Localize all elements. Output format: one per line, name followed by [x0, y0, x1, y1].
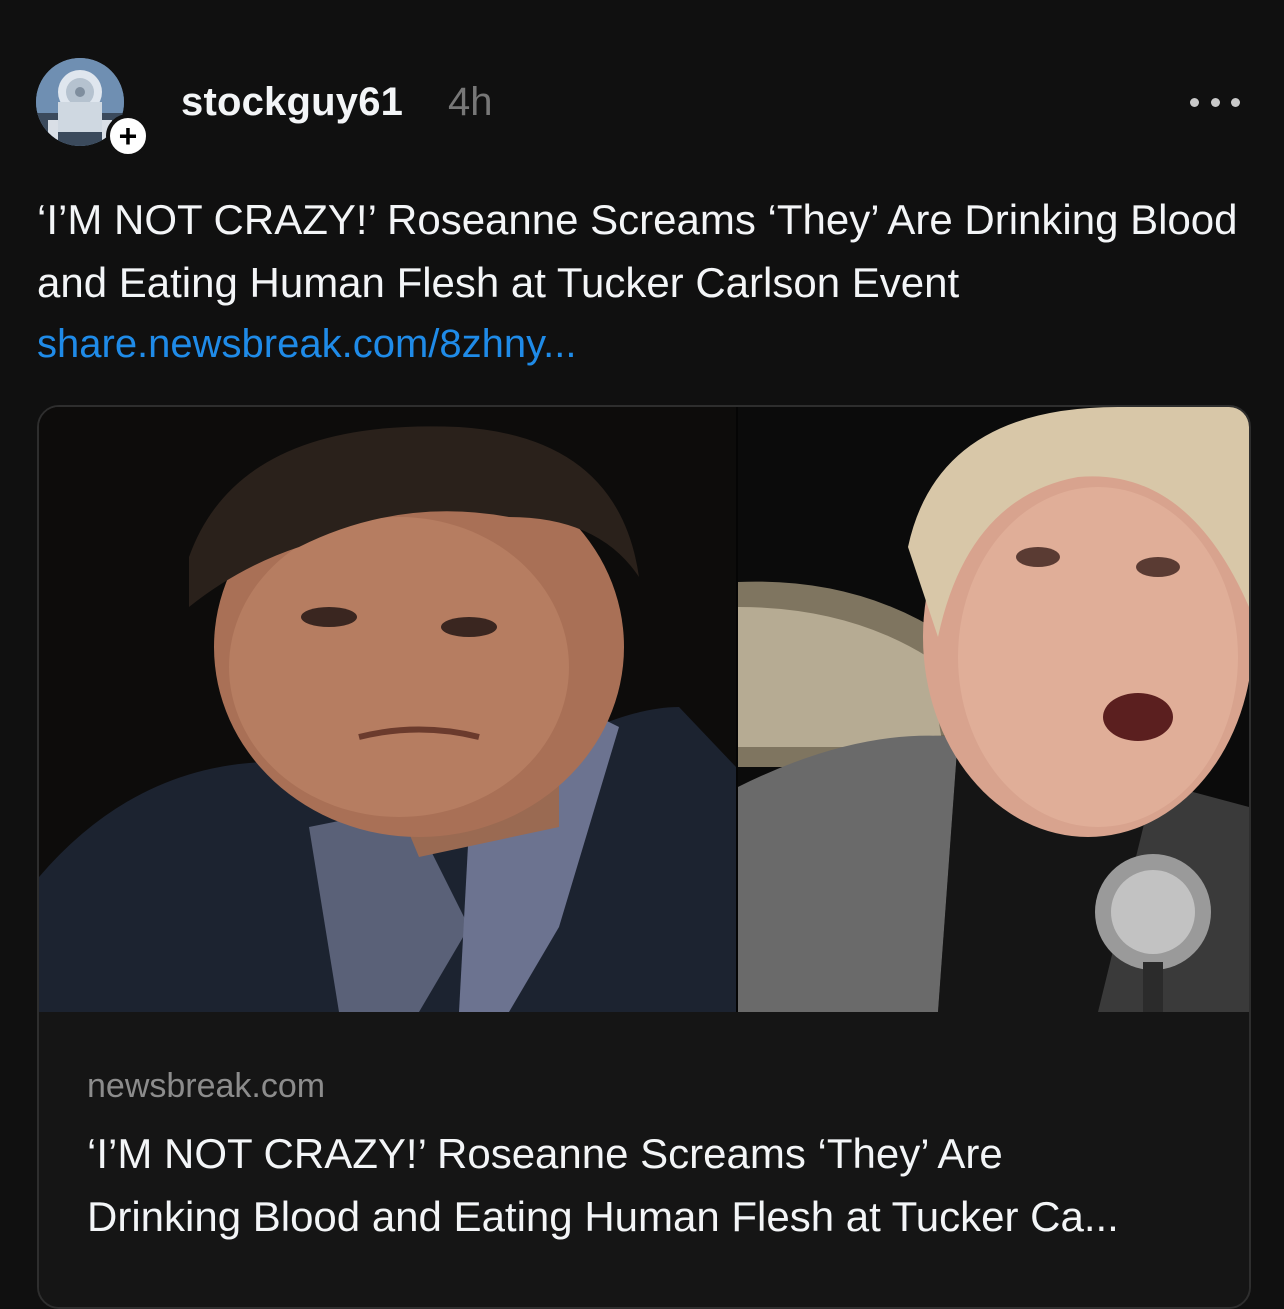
post-link[interactable]: share.newsbreak.com/8zhny...: [37, 322, 577, 367]
photo-man-in-suit: [39, 407, 736, 1012]
more-options-icon[interactable]: [1190, 84, 1240, 120]
follow-plus-icon[interactable]: +: [106, 114, 150, 158]
post-timestamp: 4h: [448, 80, 493, 124]
more-dot: [1231, 97, 1240, 107]
more-dot: [1210, 97, 1220, 107]
link-title[interactable]: ‘I’M NOT CRAZY!’ Roseanne Screams ‘They’…: [87, 1122, 1217, 1248]
thread-post: + stockguy61 4h ‘I’M NOT CRAZY!’ Roseann…: [0, 0, 1284, 1309]
link-preview-footer[interactable]: newsbreak.com ‘I’M NOT CRAZY!’ Roseanne …: [39, 1012, 1249, 1307]
post-caption: ‘I’M NOT CRAZY!’ Roseanne Screams ‘They’…: [37, 196, 1238, 306]
photo-woman-speaking: [738, 407, 1249, 1012]
link-preview-card[interactable]: newsbreak.com ‘I’M NOT CRAZY!’ Roseanne …: [37, 405, 1251, 1309]
more-dot: [1190, 97, 1199, 107]
link-preview-image[interactable]: [39, 407, 1249, 1012]
link-domain: newsbreak.com: [87, 1067, 326, 1105]
username[interactable]: stockguy61: [181, 80, 403, 125]
avatar-group[interactable]: +: [36, 58, 150, 162]
